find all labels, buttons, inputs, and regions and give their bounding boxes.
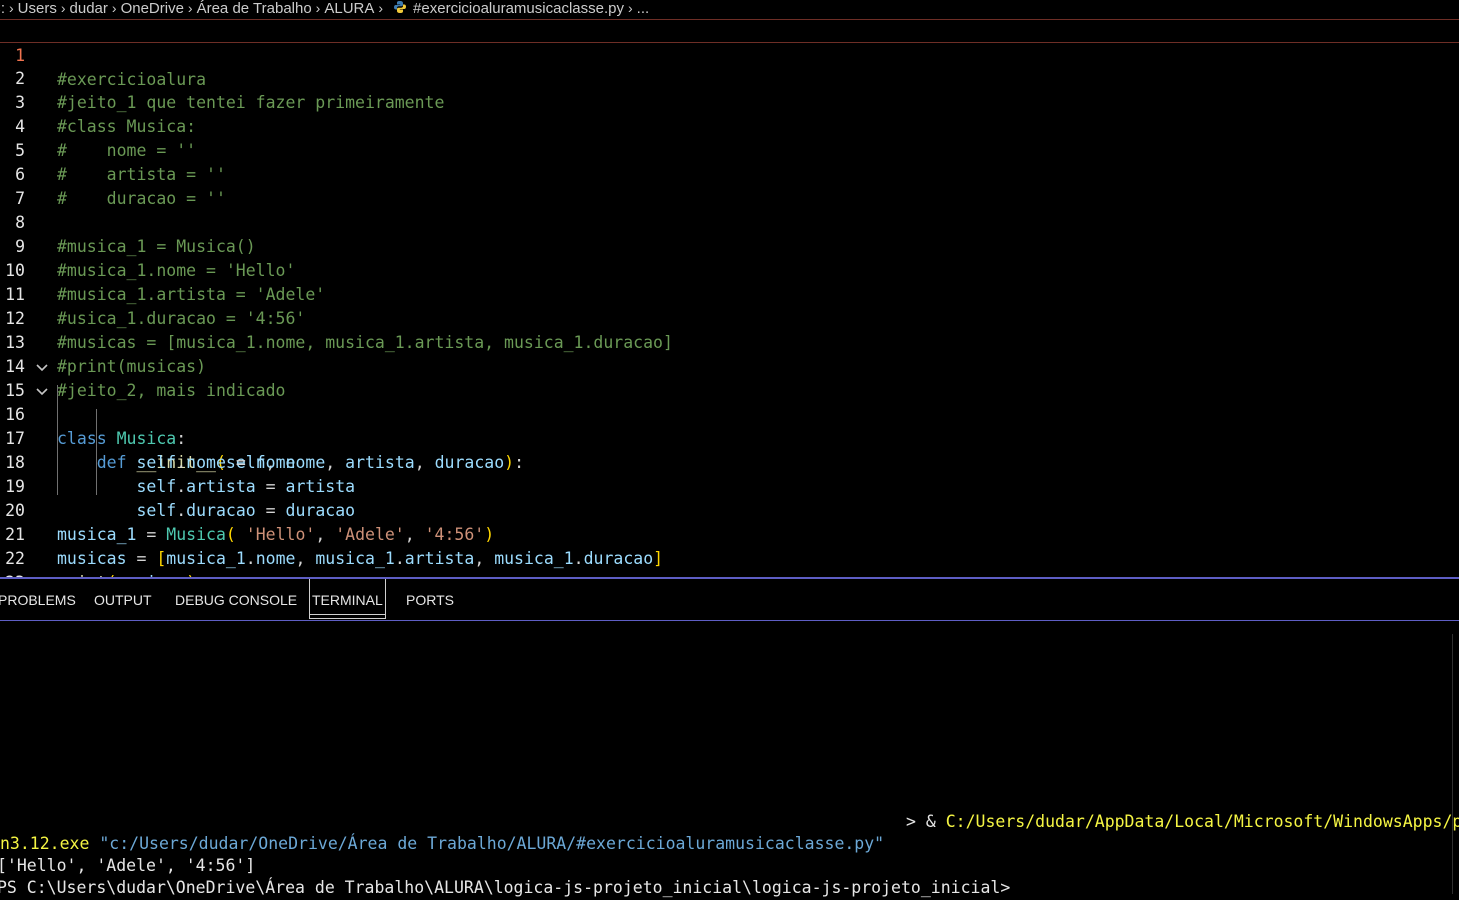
code-line[interactable]: 4 # nome = '' <box>0 91 1459 160</box>
terminal-command-line: > & C:/Users/dudar/AppData/Local/Microso… <box>906 811 1459 833</box>
terminal-command-exe-cont: n3.12.exe <box>0 834 90 853</box>
chevron-right-icon: › <box>627 0 633 16</box>
code-line[interactable]: 12 #musicas = [musica_1.nome, musica_1.a… <box>0 283 1459 352</box>
chevron-right-icon: › <box>187 0 193 16</box>
terminal-command-line-wrap: n3.12.exe "c:/Users/dudar/OneDrive/Área … <box>0 833 884 855</box>
terminal-output: ['Hello', 'Adele', '4:56'] <box>0 856 256 875</box>
code-line[interactable]: 6 # duracao = '' <box>0 139 1459 208</box>
breadcrumb-file[interactable]: #exercicioaluramusicaclasse.py <box>413 0 624 17</box>
terminal-scrollbar[interactable] <box>1452 634 1453 894</box>
breadcrumb-more[interactable]: ... <box>637 0 650 17</box>
tab-terminal-label: TERMINAL <box>312 592 383 608</box>
code-line[interactable]: 20 musica_1 = Musica( 'Hello', 'Adele', … <box>0 475 1459 544</box>
chevron-down-icon[interactable] <box>34 379 50 403</box>
tab-ports[interactable]: PORTS <box>406 579 454 619</box>
chevron-down-icon[interactable] <box>34 355 50 379</box>
breadcrumb-users[interactable]: Users <box>18 0 57 17</box>
breadcrumb: C:›Users›dudar›OneDrive›Área de Trabalho… <box>0 0 1459 18</box>
tab-terminal[interactable]: TERMINAL <box>309 579 386 619</box>
code-line[interactable]: 9 #musica_1.nome = 'Hello' <box>0 211 1459 280</box>
code-line[interactable]: 21 musicas = [musica_1.nome, musica_1.ar… <box>0 499 1459 568</box>
terminal-command-prefix: > & <box>906 812 946 831</box>
code-line[interactable]: 23 <box>0 547 1459 577</box>
code-line[interactable]: 16 def __init__(self, nome, artista, dur… <box>0 379 1459 472</box>
code-line[interactable]: 5 # artista = '' <box>0 115 1459 184</box>
chevron-right-icon: › <box>60 0 66 16</box>
tab-problems[interactable]: PROBLEMS <box>0 579 76 619</box>
breadcrumb-dudar[interactable]: dudar <box>70 0 108 17</box>
code-line[interactable]: 15 class Musica: <box>0 355 1459 448</box>
terminal[interactable]: > & C:/Users/dudar/AppData/Local/Microso… <box>0 622 1459 900</box>
terminal-command-arg: "c:/Users/dudar/OneDrive/Área de Trabalh… <box>89 834 885 853</box>
code-line[interactable]: 3 #class Musica: <box>0 67 1459 136</box>
code-line[interactable]: 22 print(musicas) <box>0 523 1459 577</box>
terminal-prompt: PS C:\Users\dudar\OneDrive\Área de Traba… <box>0 878 1011 897</box>
terminal-command-exe: C:/Users/dudar/AppData/Local/Microsoft/W… <box>945 812 1459 831</box>
indent-guide <box>57 385 58 495</box>
code-line[interactable]: 7 <box>0 163 1459 208</box>
code-line[interactable]: 1 #exercicioalura <box>0 19 1459 89</box>
breadcrumb-area-de-trabalho[interactable]: Área de Trabalho <box>197 0 312 17</box>
tab-debug-console[interactable]: DEBUG CONSOLE <box>175 579 297 619</box>
code-editor[interactable]: 1 #exercicioalura 2 #jeito_1 que tentei … <box>0 19 1459 577</box>
chevron-right-icon: › <box>315 0 321 16</box>
breadcrumb-segments: C:›Users›dudar›OneDrive›Área de Trabalho… <box>0 0 649 17</box>
code-line[interactable]: 8 #musica_1 = Musica() <box>0 187 1459 256</box>
panel-tabs: PROBLEMS OUTPUT DEBUG CONSOLE TERMINAL P… <box>0 579 1459 621</box>
code-line[interactable]: 17 self.nome = nome <box>0 403 1459 472</box>
breadcrumb-onedrive[interactable]: OneDrive <box>121 0 184 17</box>
active-tab-indicator <box>310 614 385 615</box>
python-icon <box>393 0 407 14</box>
chevron-right-icon: › <box>9 0 14 16</box>
code-line[interactable]: 14 #jeito_2, mais indicado <box>0 331 1459 400</box>
indent-guide <box>96 409 97 495</box>
breadcrumb-drive[interactable]: C: <box>0 0 5 17</box>
code-line[interactable]: 10 #musica_1.artista = 'Adele' <box>0 235 1459 304</box>
chevron-right-icon: › <box>111 0 117 16</box>
code-line[interactable]: 2 #jeito_1 que tentei fazer primeirament… <box>0 43 1459 112</box>
code-line[interactable]: 18 self.artista = artista <box>0 427 1459 496</box>
tab-output[interactable]: OUTPUT <box>94 579 152 619</box>
code-line[interactable]: 11 #usica_1.duracao = '4:56' <box>0 259 1459 328</box>
chevron-right-icon: › <box>378 0 384 16</box>
breadcrumb-alura[interactable]: ALURA <box>324 0 374 17</box>
code-line[interactable]: 13 #print(musicas) <box>0 307 1459 376</box>
code-line[interactable]: 19 self.duracao = duracao <box>0 451 1459 520</box>
